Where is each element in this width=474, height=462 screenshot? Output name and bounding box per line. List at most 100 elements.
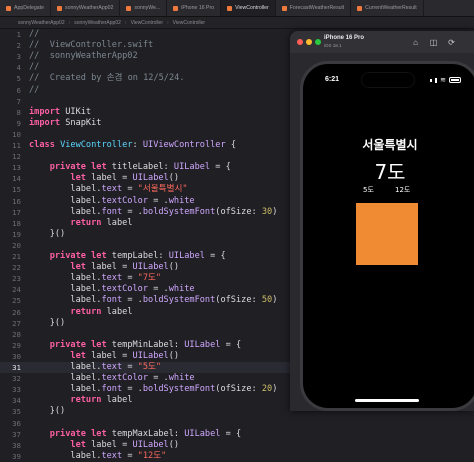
editor-tab-bar: AppDelegate sonnyWeatherApp02 sonnyWe... iP… (0, 0, 474, 17)
code-text: return label (70, 395, 133, 406)
line-number: 12 (12, 152, 21, 162)
line-number: 38 (12, 440, 21, 450)
swift-file-icon (126, 5, 132, 11)
dynamic-island (361, 72, 415, 88)
swift-file-icon (227, 5, 233, 11)
swift-file-icon (6, 5, 11, 11)
swift-file-icon (357, 5, 363, 11)
code-text: }() (29, 228, 66, 239)
swift-file-icon (281, 5, 287, 11)
code-text: let label = UILabel() (70, 173, 180, 184)
editor-tab[interactable]: AppDelegate (0, 0, 51, 16)
editor-tab-label: sonnyWe... (134, 5, 161, 11)
signal-icon (430, 78, 433, 82)
code-text: return label (70, 306, 133, 317)
signal-icon (435, 77, 438, 83)
line-number: 23 (12, 274, 21, 284)
iphone-screen[interactable]: 6:21 ≋ 서울특별시 7도 5도 12도 (300, 61, 474, 411)
line-number: 11 (12, 141, 21, 150)
jump-bar: sonnyWeatherApp02 › sonnyWeatherApp02 › View… (0, 17, 474, 29)
wifi-icon: ≋ (440, 76, 446, 84)
code-text: // (29, 62, 40, 73)
screenshot-icon[interactable]: ◫ (429, 38, 438, 47)
zoom-window-button[interactable] (315, 39, 321, 45)
editor-tab[interactable]: ViewController (221, 0, 276, 16)
line-number: 25 (12, 296, 21, 306)
code-text: label.text = "5도" (29, 362, 162, 372)
editor-tab-label: ForecastWeatherResult (289, 5, 345, 11)
simulator-window: iPhone 16 Pro iOS 18.1 ⌂ ◫ ⟳ 6:21 ≋ 서울특별… (290, 31, 474, 411)
breadcrumb-item[interactable]: sonnyWeatherApp02 (74, 20, 121, 26)
code-text: // (29, 84, 40, 95)
line-number: 4 (16, 63, 21, 73)
weather-image-box (356, 203, 418, 265)
code-line[interactable]: 37 private let tempMaxLabel: UILabel = { (0, 429, 474, 440)
status-time: 6:21 (325, 76, 340, 83)
breadcrumb-separator: › (124, 19, 127, 26)
code-line[interactable]: 38 let label = UILabel() (0, 440, 474, 451)
line-number: 7 (16, 96, 21, 106)
close-window-button[interactable] (297, 39, 303, 45)
line-number: 1 (16, 30, 21, 39)
line-number: 10 (12, 129, 21, 139)
code-text: // (29, 29, 40, 39)
line-number: 36 (12, 418, 21, 428)
editor-tab[interactable]: sonnyWe... (120, 0, 168, 16)
breadcrumb-item[interactable]: ViewController (173, 20, 205, 26)
code-text: let label = UILabel() (70, 350, 180, 361)
line-number: 9 (16, 118, 21, 128)
breadcrumb-item[interactable]: sonnyWeatherApp02 (18, 20, 65, 26)
simulator-titlebar: iPhone 16 Pro iOS 18.1 ⌂ ◫ ⟳ (290, 31, 474, 53)
line-number: 29 (12, 340, 21, 350)
editor-tab[interactable]: ForecastWeatherResult (276, 0, 352, 16)
editor-tab-label: iPhone 16 Pro (181, 5, 215, 11)
battery-icon (449, 77, 461, 83)
simulator-os-version: iOS 18.1 (324, 43, 342, 48)
line-number: 31 (12, 363, 21, 372)
code-text: }() (29, 317, 66, 328)
line-number: 34 (12, 396, 21, 406)
minimize-window-button[interactable] (306, 39, 312, 45)
line-number: 18 (12, 218, 21, 228)
editor-tab[interactable]: CurrentWeatherResult (351, 0, 424, 16)
line-number: 3 (16, 52, 21, 62)
line-number: 6 (16, 85, 21, 95)
code-text: return label (70, 217, 133, 228)
code-text: import SnapKit (29, 117, 102, 128)
rotate-icon[interactable]: ⟳ (447, 38, 456, 47)
code-text: private let tempLabel: UILabel = { (49, 251, 226, 261)
line-number: 2 (16, 41, 21, 51)
editor-tab[interactable]: iPhone 16 Pro (167, 0, 222, 16)
code-text: // Created by 손겸 on 12/5/24. (29, 73, 185, 84)
breadcrumb-item[interactable]: ViewController (131, 20, 163, 26)
code-line[interactable]: 36 (0, 418, 474, 429)
line-number: 33 (12, 385, 21, 395)
editor-tab-label: sonnyWeatherApp02 (65, 5, 114, 11)
line-number: 27 (12, 318, 21, 328)
line-number: 26 (12, 307, 21, 317)
temp-min-label: 5도 (363, 186, 374, 194)
editor-tab-label: AppDelegate (14, 5, 44, 11)
home-icon[interactable]: ⌂ (411, 38, 420, 47)
code-text: let label = UILabel() (70, 439, 180, 450)
line-number: 14 (12, 174, 21, 184)
code-text: }() (29, 406, 66, 417)
swift-file-icon (173, 5, 179, 11)
breadcrumb-separator: › (68, 19, 71, 26)
code-line[interactable]: 39 label.text = "12도" (0, 451, 474, 462)
code-text: // ViewController.swift (29, 40, 154, 51)
line-number: 32 (12, 374, 21, 384)
code-text: class ViewController: UIViewController { (29, 140, 237, 150)
editor-tab-label: CurrentWeatherResult (365, 5, 417, 11)
code-text: let label = UILabel() (70, 262, 180, 273)
editor-tab[interactable]: sonnyWeatherApp02 (51, 0, 121, 16)
code-text: private let tempMinLabel: UILabel = { (49, 339, 242, 350)
code-text: label.font = .boldSystemFont(ofSize: 30) (29, 206, 278, 217)
line-number: 39 (12, 451, 21, 461)
code-text: label.textColor = .white (29, 195, 195, 206)
code-text: label.font = .boldSystemFont(ofSize: 50) (29, 295, 278, 306)
code-text: private let titleLabel: UILabel = { (49, 162, 231, 173)
swift-file-icon (57, 5, 62, 11)
code-text: label.text = "7도" (29, 273, 162, 284)
code-text: label.text = "서울특별시" (29, 184, 188, 195)
